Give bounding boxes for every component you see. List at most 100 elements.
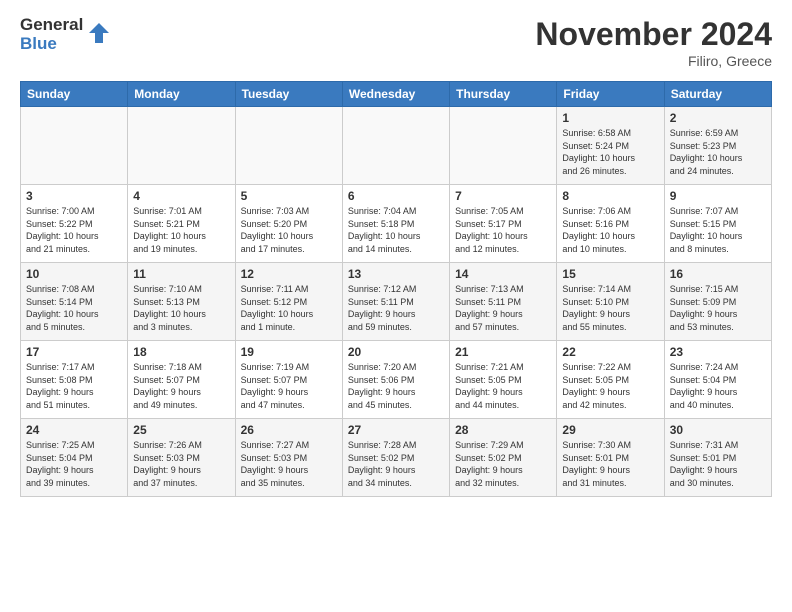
day-info: Sunrise: 7:00 AM Sunset: 5:22 PM Dayligh… — [26, 205, 122, 255]
day-info: Sunrise: 7:26 AM Sunset: 5:03 PM Dayligh… — [133, 439, 229, 489]
col-saturday: Saturday — [664, 82, 771, 107]
day-info: Sunrise: 7:06 AM Sunset: 5:16 PM Dayligh… — [562, 205, 658, 255]
calendar-cell: 11Sunrise: 7:10 AM Sunset: 5:13 PM Dayli… — [128, 263, 235, 341]
calendar-cell: 27 Sunrise: 7:28 AM Sunset: 5:02 PM Dayli… — [342, 419, 449, 497]
day-number: 19 — [241, 345, 337, 359]
calendar-cell: 6 Sunrise: 7:04 AM Sunset: 5:18 PM Daylig… — [342, 185, 449, 263]
day-number: 26 — [241, 423, 337, 437]
calendar-cell: 12 Sunrise: 7:11 AM Sunset: 5:12 PM Dayli… — [235, 263, 342, 341]
day-info: Sunrise: 7:18 AM Sunset: 5:07 PM Dayligh… — [133, 361, 229, 411]
calendar-cell: 25 Sunrise: 7:26 AM Sunset: 5:03 PM Dayli… — [128, 419, 235, 497]
day-number: 13 — [348, 267, 444, 281]
day-info: Sunrise: 7:15 AM Sunset: 5:09 PM Dayligh… — [670, 283, 766, 333]
day-info: Sunrise: 7:31 AM Sunset: 5:01 PM Dayligh… — [670, 439, 766, 489]
day-number: 10 — [26, 267, 122, 281]
day-number: 2 — [670, 111, 766, 125]
day-info: Sunrise: 7:20 AM Sunset: 5:06 PM Dayligh… — [348, 361, 444, 411]
calendar-cell: 28Sunrise: 7:29 AM Sunset: 5:02 PM Dayli… — [450, 419, 557, 497]
calendar-cell: 23 Sunrise: 7:24 AM Sunset: 5:04 PM Dayli… — [664, 341, 771, 419]
calendar-cell: 21 Sunrise: 7:21 AM Sunset: 5:05 PM Dayli… — [450, 341, 557, 419]
day-number: 7 — [455, 189, 551, 203]
day-number: 16 — [670, 267, 766, 281]
day-info: Sunrise: 7:27 AM Sunset: 5:03 PM Dayligh… — [241, 439, 337, 489]
day-info: Sunrise: 7:25 AM Sunset: 5:04 PM Dayligh… — [26, 439, 122, 489]
calendar-cell — [342, 107, 449, 185]
calendar-week-2: 3Sunrise: 7:00 AM Sunset: 5:22 PM Daylig… — [21, 185, 772, 263]
header: General Blue November 2024 Filiro, Greec… — [20, 16, 772, 69]
day-info: Sunrise: 7:08 AM Sunset: 5:14 PM Dayligh… — [26, 283, 122, 333]
calendar-cell: 3Sunrise: 7:00 AM Sunset: 5:22 PM Daylig… — [21, 185, 128, 263]
day-number: 27 — [348, 423, 444, 437]
location: Filiro, Greece — [535, 53, 772, 69]
title-area: November 2024 Filiro, Greece — [535, 16, 772, 69]
day-number: 6 — [348, 189, 444, 203]
day-number: 18 — [133, 345, 229, 359]
calendar-cell: 14Sunrise: 7:13 AM Sunset: 5:11 PM Dayli… — [450, 263, 557, 341]
calendar-cell: 1Sunrise: 6:58 AM Sunset: 5:24 PM Daylig… — [557, 107, 664, 185]
day-info: Sunrise: 7:21 AM Sunset: 5:05 PM Dayligh… — [455, 361, 551, 411]
col-thursday: Thursday — [450, 82, 557, 107]
calendar-cell: 7 Sunrise: 7:05 AM Sunset: 5:17 PM Daylig… — [450, 185, 557, 263]
day-number: 30 — [670, 423, 766, 437]
calendar-cell: 9 Sunrise: 7:07 AM Sunset: 5:15 PM Daylig… — [664, 185, 771, 263]
day-info: Sunrise: 7:10 AM Sunset: 5:13 PM Dayligh… — [133, 283, 229, 333]
col-sunday: Sunday — [21, 82, 128, 107]
calendar-cell: 2Sunrise: 6:59 AM Sunset: 5:23 PM Daylig… — [664, 107, 771, 185]
day-number: 5 — [241, 189, 337, 203]
day-info: Sunrise: 7:14 AM Sunset: 5:10 PM Dayligh… — [562, 283, 658, 333]
calendar-cell: 18 Sunrise: 7:18 AM Sunset: 5:07 PM Dayli… — [128, 341, 235, 419]
day-number: 23 — [670, 345, 766, 359]
day-info: Sunrise: 7:30 AM Sunset: 5:01 PM Dayligh… — [562, 439, 658, 489]
calendar-week-1: 1Sunrise: 6:58 AM Sunset: 5:24 PM Daylig… — [21, 107, 772, 185]
day-number: 20 — [348, 345, 444, 359]
logo: General Blue — [20, 16, 109, 53]
day-info: Sunrise: 7:12 AM Sunset: 5:11 PM Dayligh… — [348, 283, 444, 333]
day-number: 28 — [455, 423, 551, 437]
calendar-cell: 16 Sunrise: 7:15 AM Sunset: 5:09 PM Dayli… — [664, 263, 771, 341]
calendar-week-4: 17 Sunrise: 7:17 AM Sunset: 5:08 PM Dayli… — [21, 341, 772, 419]
day-info: Sunrise: 7:11 AM Sunset: 5:12 PM Dayligh… — [241, 283, 337, 333]
calendar-cell: 30 Sunrise: 7:31 AM Sunset: 5:01 PM Dayli… — [664, 419, 771, 497]
calendar-cell: 4 Sunrise: 7:01 AM Sunset: 5:21 PM Daylig… — [128, 185, 235, 263]
calendar-cell: 5 Sunrise: 7:03 AM Sunset: 5:20 PM Daylig… — [235, 185, 342, 263]
calendar-cell: 20 Sunrise: 7:20 AM Sunset: 5:06 PM Dayli… — [342, 341, 449, 419]
calendar-cell: 29 Sunrise: 7:30 AM Sunset: 5:01 PM Dayli… — [557, 419, 664, 497]
day-info: Sunrise: 7:04 AM Sunset: 5:18 PM Dayligh… — [348, 205, 444, 255]
day-info: Sunrise: 7:03 AM Sunset: 5:20 PM Dayligh… — [241, 205, 337, 255]
day-info: Sunrise: 7:24 AM Sunset: 5:04 PM Dayligh… — [670, 361, 766, 411]
col-monday: Monday — [128, 82, 235, 107]
month-title: November 2024 — [535, 16, 772, 53]
day-info: Sunrise: 7:22 AM Sunset: 5:05 PM Dayligh… — [562, 361, 658, 411]
day-info: Sunrise: 7:17 AM Sunset: 5:08 PM Dayligh… — [26, 361, 122, 411]
day-number: 8 — [562, 189, 658, 203]
day-number: 12 — [241, 267, 337, 281]
calendar-cell: 10 Sunrise: 7:08 AM Sunset: 5:14 PM Dayli… — [21, 263, 128, 341]
day-number: 17 — [26, 345, 122, 359]
day-number: 24 — [26, 423, 122, 437]
day-number: 4 — [133, 189, 229, 203]
logo-general: General — [20, 16, 83, 35]
calendar-cell — [235, 107, 342, 185]
calendar-cell: 22 Sunrise: 7:22 AM Sunset: 5:05 PM Dayli… — [557, 341, 664, 419]
calendar-cell: 24 Sunrise: 7:25 AM Sunset: 5:04 PM Dayli… — [21, 419, 128, 497]
day-info: Sunrise: 7:13 AM Sunset: 5:11 PM Dayligh… — [455, 283, 551, 333]
calendar-cell: 13 Sunrise: 7:12 AM Sunset: 5:11 PM Dayli… — [342, 263, 449, 341]
calendar-cell — [21, 107, 128, 185]
calendar-week-3: 10 Sunrise: 7:08 AM Sunset: 5:14 PM Dayli… — [21, 263, 772, 341]
col-friday: Friday — [557, 82, 664, 107]
day-info: Sunrise: 7:28 AM Sunset: 5:02 PM Dayligh… — [348, 439, 444, 489]
day-info: Sunrise: 7:01 AM Sunset: 5:21 PM Dayligh… — [133, 205, 229, 255]
day-number: 15 — [562, 267, 658, 281]
calendar-cell: 17 Sunrise: 7:17 AM Sunset: 5:08 PM Dayli… — [21, 341, 128, 419]
calendar-week-5: 24 Sunrise: 7:25 AM Sunset: 5:04 PM Dayli… — [21, 419, 772, 497]
day-number: 9 — [670, 189, 766, 203]
day-info: Sunrise: 7:19 AM Sunset: 5:07 PM Dayligh… — [241, 361, 337, 411]
day-number: 29 — [562, 423, 658, 437]
day-number: 21 — [455, 345, 551, 359]
day-info: Sunrise: 7:05 AM Sunset: 5:17 PM Dayligh… — [455, 205, 551, 255]
day-number: 25 — [133, 423, 229, 437]
calendar-cell: 19 Sunrise: 7:19 AM Sunset: 5:07 PM Dayli… — [235, 341, 342, 419]
day-info: Sunrise: 7:07 AM Sunset: 5:15 PM Dayligh… — [670, 205, 766, 255]
col-tuesday: Tuesday — [235, 82, 342, 107]
day-number: 22 — [562, 345, 658, 359]
